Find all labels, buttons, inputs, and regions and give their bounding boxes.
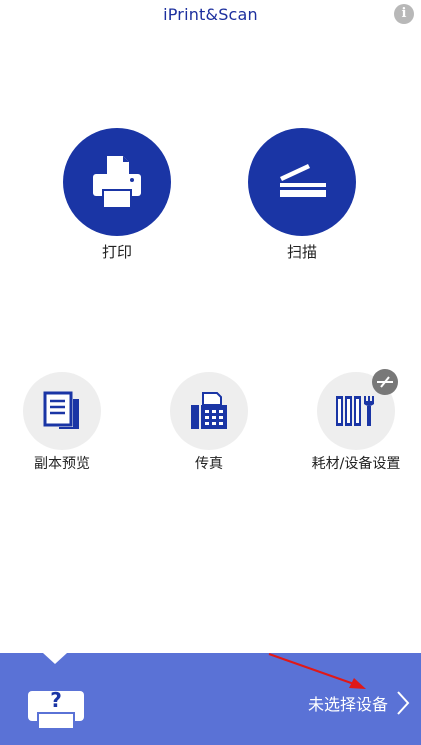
copy-preview-icon: [43, 391, 79, 429]
scan-button[interactable]: [248, 128, 356, 236]
fax-icon: [191, 392, 227, 429]
scanner-icon: [280, 164, 326, 197]
scan-label: 扫描: [286, 243, 317, 261]
info-icon[interactable]: i: [394, 4, 414, 24]
fax-button[interactable]: [170, 372, 248, 450]
copy-preview-label: 副本预览: [34, 456, 90, 472]
device-unknown-glyph: ?: [50, 688, 62, 712]
supplies-settings-icon: [336, 396, 374, 426]
printer-icon: [93, 156, 141, 209]
offline-icon: [377, 376, 393, 388]
chevron-right-icon: [397, 691, 410, 715]
offline-badge: [372, 369, 398, 395]
app-title: iPrint&Scan: [163, 5, 258, 24]
copy-preview-button[interactable]: [23, 372, 101, 450]
fax-label: 传真: [195, 456, 223, 472]
annotation-arrow: [268, 653, 366, 689]
supplies-settings-label: 耗材/设备设置: [311, 456, 401, 472]
print-button[interactable]: [63, 128, 171, 236]
print-label: 打印: [101, 243, 132, 261]
device-icon-button[interactable]: ?: [26, 683, 86, 733]
device-bar-pointer: [43, 653, 67, 664]
